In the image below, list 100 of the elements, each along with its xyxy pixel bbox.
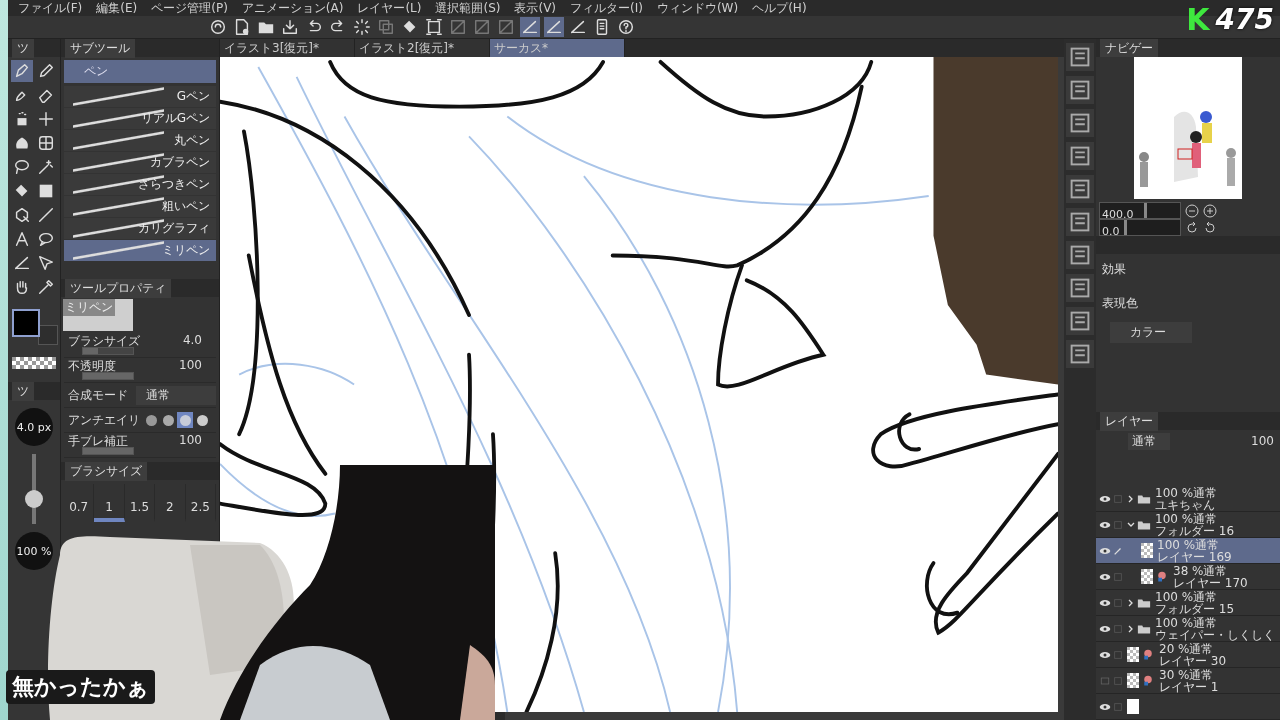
- line-art-drawing[interactable]: [220, 57, 1058, 712]
- blend-mode-dropdown[interactable]: 通常: [1128, 432, 1170, 450]
- panel-icon[interactable]: [1066, 208, 1094, 236]
- ruler-icon[interactable]: [520, 17, 540, 37]
- layer-mode: 100 %通常: [1155, 486, 1218, 499]
- property-value[interactable]: 4.0: [182, 333, 202, 347]
- menu-item[interactable]: アニメーション(A): [241, 0, 344, 16]
- panel-icon[interactable]: [1066, 76, 1094, 104]
- layer-name[interactable]: ウェイパー・しくしく: [1155, 628, 1275, 641]
- menu-item[interactable]: 選択範囲(S): [435, 0, 501, 16]
- subtool-item[interactable]: Gペン: [64, 86, 216, 107]
- zoom-slider[interactable]: 400.0: [1099, 202, 1181, 219]
- eye-icon[interactable]: [1099, 546, 1111, 555]
- document-tab[interactable]: イラスト2[復元]*: [355, 39, 490, 57]
- panel-tab[interactable]: ツ: [12, 381, 34, 401]
- section-label: 効果: [1102, 262, 1126, 276]
- brush-size-indicator: 4.0 px: [15, 408, 53, 446]
- property-label: ブラシサイズ: [68, 333, 140, 350]
- sub-color-swatch[interactable]: [38, 325, 58, 345]
- menu-item[interactable]: 表示(V): [514, 0, 557, 16]
- rotate-right-icon[interactable]: [1203, 220, 1217, 235]
- zoom-out-icon[interactable]: [1185, 203, 1199, 218]
- eye-icon[interactable]: [1099, 494, 1111, 503]
- layer-name[interactable]: レイヤー 170: [1173, 576, 1248, 589]
- subtool-item[interactable]: ざらつきペン: [64, 174, 216, 195]
- panel-icon[interactable]: [1066, 43, 1094, 71]
- eye-icon[interactable]: [1099, 598, 1111, 607]
- subtool-item[interactable]: 丸ペン: [64, 130, 216, 151]
- layer-name[interactable]: ユキちゃん: [1155, 498, 1218, 511]
- subtool-item[interactable]: 粗いペン: [64, 196, 216, 217]
- panel-icon[interactable]: [1066, 175, 1094, 203]
- eye-icon[interactable]: [1099, 572, 1111, 581]
- subtool-item[interactable]: カリグラフィ: [64, 218, 216, 239]
- panel-icon[interactable]: [1066, 241, 1094, 269]
- menu-item[interactable]: フィルター(I): [570, 0, 643, 16]
- rotate-left-icon[interactable]: [1185, 220, 1199, 235]
- app-icon[interactable]: [208, 17, 228, 37]
- menu-item[interactable]: ウィンドウ(W): [656, 0, 739, 16]
- layer-name[interactable]: フォルダー 15: [1155, 602, 1235, 615]
- eye-icon[interactable]: [1099, 702, 1111, 711]
- chevron-right-icon[interactable]: [1127, 624, 1135, 633]
- vertical-scrollbar[interactable]: [1058, 57, 1064, 712]
- brush-size-preset[interactable]: 0.7: [64, 484, 95, 522]
- panel-icon[interactable]: [1066, 307, 1094, 335]
- menu-item[interactable]: ヘルプ(H): [752, 0, 807, 16]
- main-color-swatch[interactable]: [12, 309, 40, 337]
- layer-thumbnail: [1141, 543, 1153, 558]
- layer-name[interactable]: レイヤー 30: [1159, 654, 1227, 667]
- eye-icon[interactable]: [1099, 650, 1111, 659]
- color-mode-dropdown[interactable]: カラー: [1110, 322, 1192, 343]
- panel-icon[interactable]: [1066, 274, 1094, 302]
- ruler-icon[interactable]: [544, 17, 564, 37]
- brush-size-preset[interactable]: 1: [94, 484, 125, 522]
- eye-icon[interactable]: [1099, 520, 1111, 529]
- subtool-item[interactable]: カブラペン: [64, 152, 216, 173]
- transparent-swatch[interactable]: [12, 357, 56, 369]
- property-slider[interactable]: [82, 372, 134, 380]
- property-label: 合成モード: [68, 386, 128, 404]
- menu-item[interactable]: ファイル(F): [18, 0, 83, 16]
- busy-icon[interactable]: [352, 17, 372, 37]
- panel-icon[interactable]: [1066, 142, 1094, 170]
- property-slider[interactable]: [82, 347, 134, 355]
- pen-icon[interactable]: [11, 60, 33, 82]
- panel-tab[interactable]: ブラシサイズ: [65, 461, 147, 481]
- eye-icon[interactable]: [1099, 624, 1111, 633]
- blend-mode-dropdown[interactable]: 通常: [136, 385, 216, 405]
- rotation-slider[interactable]: 0.0: [1099, 219, 1181, 236]
- property-value[interactable]: 100: [179, 358, 202, 372]
- panel-icon[interactable]: [1066, 109, 1094, 137]
- chevron-right-icon[interactable]: [1127, 494, 1135, 503]
- document-tab[interactable]: イラスト3[復元]*: [220, 39, 355, 57]
- transform-icon[interactable]: [424, 17, 444, 37]
- zoom-in-icon[interactable]: [1203, 203, 1217, 218]
- brush-size-preset[interactable]: 1.5: [124, 484, 156, 522]
- menu-item[interactable]: 編集(E): [96, 0, 138, 16]
- export-icon[interactable]: [280, 17, 300, 37]
- subtool-group[interactable]: ペン: [64, 60, 216, 83]
- menu-item[interactable]: ページ管理(P): [151, 0, 228, 16]
- panel-tab[interactable]: ツールプロパティ: [65, 278, 171, 298]
- brush-size-preset[interactable]: 2: [155, 484, 186, 522]
- layer-name[interactable]: フォルダー 16: [1155, 524, 1235, 537]
- layer-name[interactable]: レイヤー 169: [1157, 550, 1232, 563]
- brush-size-preset[interactable]: 2.5: [185, 484, 217, 522]
- layer-mode: 100 %通常: [1155, 616, 1219, 629]
- property-label: アンチエイリ: [68, 411, 140, 429]
- layer-name[interactable]: レイヤー 1: [1159, 680, 1219, 693]
- panel-icon[interactable]: [1066, 340, 1094, 368]
- chevron-right-icon[interactable]: [1127, 598, 1135, 607]
- chevron-down-icon[interactable]: [1127, 520, 1135, 529]
- property-value[interactable]: 100: [179, 433, 202, 447]
- subtool-item[interactable]: リアルGペン: [64, 108, 216, 129]
- subtool-item[interactable]: ミリペン: [64, 240, 216, 261]
- property-slider[interactable]: [82, 447, 134, 455]
- help-icon[interactable]: [616, 17, 636, 37]
- panel-tab[interactable]: レイヤー: [1100, 411, 1158, 431]
- opacity-value[interactable]: 100: [1251, 434, 1278, 448]
- pencil-icon[interactable]: [1113, 545, 1123, 556]
- menu-item[interactable]: レイヤー(L): [357, 0, 422, 16]
- horizontal-scrollbar[interactable]: [505, 712, 1064, 720]
- layer-thumbnail: [1127, 673, 1139, 688]
